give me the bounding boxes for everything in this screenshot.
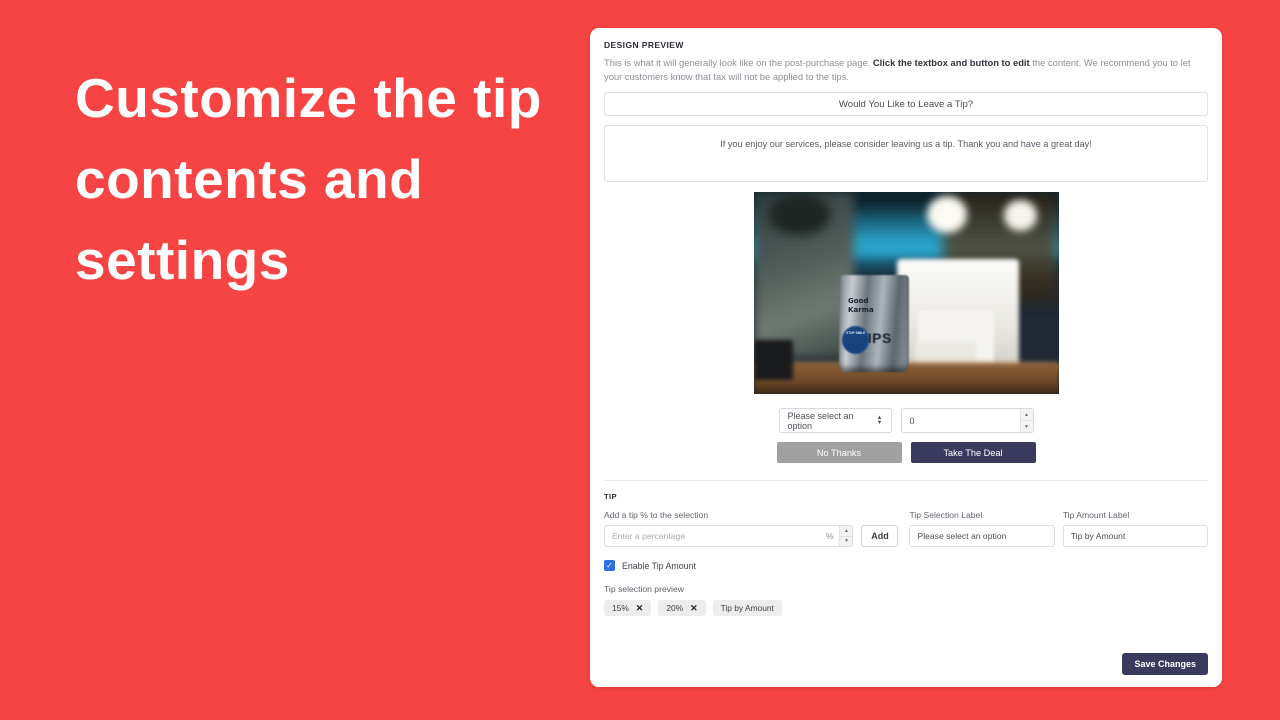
enable-tip-amount-row[interactable]: ✓ Enable Tip Amount xyxy=(604,560,1208,572)
tip-percent-label: Add a tip % to the selection xyxy=(604,510,709,521)
tip-amount-label-input[interactable]: Tip by Amount xyxy=(1062,525,1208,548)
percent-symbol-icon: % xyxy=(825,531,834,542)
spinner-down-icon[interactable]: ▼ xyxy=(1020,421,1033,433)
tip-settings-section: TIP Add a tip % to the selection Enter a… xyxy=(590,481,1222,617)
tip-selection-label-input[interactable]: Please select an option xyxy=(909,525,1055,548)
tip-amount-label-group: Tip Amount Label Tip by Amount xyxy=(1062,510,1208,548)
tip-selection-label-group: Tip Selection Label Please select an opt… xyxy=(909,510,1055,548)
page-headline: Customize the tip contents and settings xyxy=(75,67,542,291)
tip-section-title: TIP xyxy=(604,492,618,502)
tip-selection-preview-chips: 15% ✕ 20% ✕ Tip by Amount xyxy=(604,600,1208,617)
tip-selection-preview-label: Tip selection preview xyxy=(604,584,684,595)
design-preview-description: This is what it will generally look like… xyxy=(604,56,1204,83)
design-preview-section: DESIGN PREVIEW This is what it will gene… xyxy=(590,28,1222,482)
tip-amount-spinner[interactable]: ▲ ▼ xyxy=(1019,409,1033,433)
spinner-down-icon[interactable]: ▼ xyxy=(840,536,853,547)
description-text-bold: Click the textbox and button to edit xyxy=(872,57,1030,68)
preview-title-textbox[interactable]: Would You Like to Leave a Tip? xyxy=(604,92,1208,117)
no-thanks-button[interactable]: No Thanks xyxy=(776,442,902,464)
tip-percent-row: Enter a percentage % ▲ ▼ Add xyxy=(604,525,899,548)
remove-chip-icon[interactable]: ✕ xyxy=(690,603,698,614)
tip-percent-spinner[interactable]: ▲ ▼ xyxy=(839,526,853,547)
tip-selection-label-title: Tip Selection Label xyxy=(909,510,983,521)
spinner-up-icon[interactable]: ▲ xyxy=(840,526,853,537)
tip-percent-field-group: Add a tip % to the selection Enter a per… xyxy=(604,510,899,548)
enable-tip-amount-label: Enable Tip Amount xyxy=(622,560,696,571)
tip-chip[interactable]: Tip by Amount xyxy=(712,600,782,617)
tip-chip-label: 20% xyxy=(666,603,684,614)
tip-amount-label-title: Tip Amount Label xyxy=(1062,510,1130,521)
description-text-1: This is what it will generally look like… xyxy=(604,57,873,68)
preview-body-text: If you enjoy our services, please consid… xyxy=(720,139,1092,150)
tip-option-select-value: Please select an option xyxy=(787,410,854,431)
preview-selection-row: Please select an option ▲ ▼ 0 ▲ ▼ xyxy=(604,408,1208,434)
tip-jar-photo: Good Karma TIPS STOP SMILE xyxy=(753,192,1059,395)
tip-chip-label: 15% xyxy=(612,603,629,614)
preview-image-container: Good Karma TIPS STOP SMILE xyxy=(604,192,1208,395)
tip-amount-input[interactable]: 0 ▲ ▼ xyxy=(900,408,1034,434)
preview-title-text: Would You Like to Leave a Tip? xyxy=(838,98,974,110)
save-changes-button[interactable]: Save Changes xyxy=(1122,653,1208,675)
take-the-deal-button[interactable]: Take The Deal xyxy=(910,442,1036,464)
chevron-updown-icon: ▲ ▼ xyxy=(876,414,883,426)
add-tip-percent-button[interactable]: Add xyxy=(861,525,899,548)
remove-chip-icon[interactable]: ✕ xyxy=(636,603,644,614)
tip-amount-value: 0 xyxy=(909,415,915,426)
tip-chip[interactable]: 15% ✕ xyxy=(604,600,652,617)
preview-button-row: No Thanks Take The Deal xyxy=(604,442,1208,464)
tip-percent-input[interactable]: Enter a percentage % ▲ ▼ xyxy=(604,525,854,548)
tip-percent-placeholder: Enter a percentage xyxy=(612,531,686,542)
tip-chip-label: Tip by Amount xyxy=(720,603,774,614)
save-changes-row: Save Changes xyxy=(1122,653,1208,675)
tip-option-select[interactable]: Please select an option ▲ ▼ xyxy=(778,408,892,434)
tip-chip[interactable]: 20% ✕ xyxy=(658,600,706,617)
tip-fields-row: Add a tip % to the selection Enter a per… xyxy=(604,510,1208,548)
design-preview-title: DESIGN PREVIEW xyxy=(604,40,684,50)
enable-tip-amount-checkbox[interactable]: ✓ xyxy=(604,560,615,572)
spinner-up-icon[interactable]: ▲ xyxy=(1020,409,1033,422)
settings-card: DESIGN PREVIEW This is what it will gene… xyxy=(590,28,1222,687)
preview-body-textbox[interactable]: If you enjoy our services, please consid… xyxy=(604,125,1208,183)
